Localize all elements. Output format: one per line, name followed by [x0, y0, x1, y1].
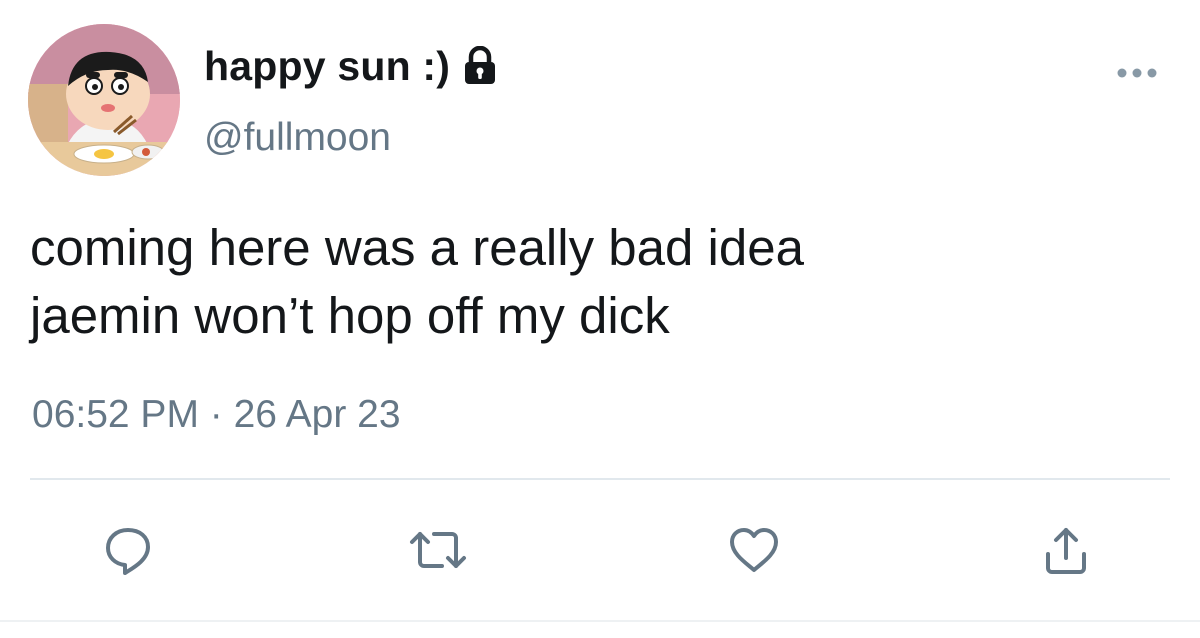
tweet-text: coming here was a really bad idea jaemin… — [30, 214, 1170, 350]
avatar[interactable] — [28, 24, 180, 176]
share-icon — [1046, 528, 1086, 574]
reply-icon — [106, 528, 150, 575]
reply-button[interactable] — [96, 518, 160, 582]
cartoon-boy-avatar-icon — [28, 24, 180, 176]
heart-icon — [730, 528, 778, 572]
more-options-button[interactable] — [1110, 58, 1164, 88]
share-button[interactable] — [1034, 518, 1098, 582]
lock-icon — [462, 46, 498, 86]
user-handle[interactable]: @fullmoon — [204, 116, 391, 160]
tweet-text-line: jaemin won’t hop off my dick — [30, 287, 670, 344]
display-name-row: happy sun :) — [204, 38, 498, 94]
tweet-text-line: coming here was a really bad idea — [30, 219, 804, 276]
bottom-divider — [0, 620, 1200, 622]
retweet-button[interactable] — [406, 518, 470, 582]
tweet-card: happy sun :) @fullmoon coming here was a… — [0, 0, 1200, 638]
like-button[interactable] — [722, 518, 786, 582]
display-name[interactable]: happy sun :) — [204, 43, 450, 90]
tweet-timestamp[interactable]: 06:52 PM · 26 Apr 23 — [32, 393, 401, 437]
divider — [30, 478, 1170, 480]
more-icon — [1117, 68, 1157, 78]
retweet-icon — [410, 532, 466, 568]
